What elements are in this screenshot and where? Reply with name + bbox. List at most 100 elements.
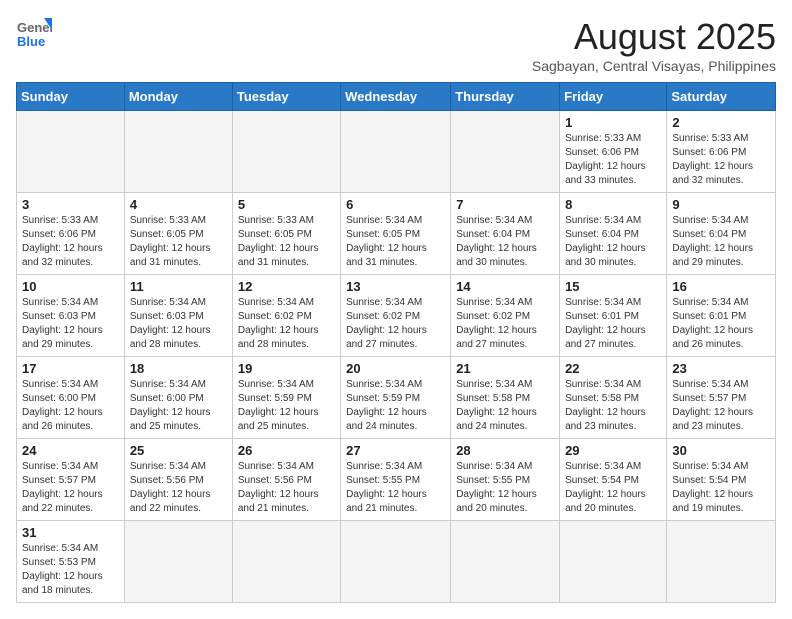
day-number: 22 xyxy=(565,361,661,376)
calendar-cell: 16 Sunrise: 5:34 AM Sunset: 6:01 PM Dayli… xyxy=(667,275,776,357)
day-number: 5 xyxy=(238,197,335,212)
calendar-cell: 22 Sunrise: 5:34 AM Sunset: 5:58 PM Dayli… xyxy=(560,357,667,439)
day-sun-info: Sunrise: 5:34 AM Sunset: 5:59 PM Dayligh… xyxy=(238,378,335,434)
calendar-cell xyxy=(232,111,340,193)
day-sun-info: Sunrise: 5:34 AM Sunset: 6:02 PM Dayligh… xyxy=(346,296,445,352)
calendar-cell: 1 Sunrise: 5:33 AM Sunset: 6:06 PM Daylig… xyxy=(560,111,667,193)
day-number: 3 xyxy=(22,197,119,212)
day-sun-info: Sunrise: 5:34 AM Sunset: 5:53 PM Dayligh… xyxy=(22,542,119,598)
day-number: 28 xyxy=(456,443,554,458)
weekday-header-sunday: Sunday xyxy=(17,83,125,111)
day-sun-info: Sunrise: 5:34 AM Sunset: 6:00 PM Dayligh… xyxy=(130,378,227,434)
day-sun-info: Sunrise: 5:33 AM Sunset: 6:05 PM Dayligh… xyxy=(238,214,335,270)
day-sun-info: Sunrise: 5:34 AM Sunset: 6:00 PM Dayligh… xyxy=(22,378,119,434)
svg-text:Blue: Blue xyxy=(17,34,45,49)
day-sun-info: Sunrise: 5:34 AM Sunset: 5:58 PM Dayligh… xyxy=(565,378,661,434)
day-number: 4 xyxy=(130,197,227,212)
calendar-cell: 19 Sunrise: 5:34 AM Sunset: 5:59 PM Dayli… xyxy=(232,357,340,439)
calendar-cell: 17 Sunrise: 5:34 AM Sunset: 6:00 PM Dayli… xyxy=(17,357,125,439)
calendar-cell xyxy=(451,111,560,193)
day-sun-info: Sunrise: 5:34 AM Sunset: 5:56 PM Dayligh… xyxy=(130,460,227,516)
calendar-cell: 29 Sunrise: 5:34 AM Sunset: 5:54 PM Dayli… xyxy=(560,439,667,521)
calendar-cell: 20 Sunrise: 5:34 AM Sunset: 5:59 PM Dayli… xyxy=(341,357,451,439)
calendar-cell: 11Sunrise: 5:34 AM Sunset: 6:03 PM Dayli… xyxy=(124,275,232,357)
svg-text:General: General xyxy=(17,20,52,35)
calendar-cell: 30Sunrise: 5:34 AM Sunset: 5:54 PM Dayli… xyxy=(667,439,776,521)
day-sun-info: Sunrise: 5:33 AM Sunset: 6:06 PM Dayligh… xyxy=(565,132,661,188)
calendar-cell: 27Sunrise: 5:34 AM Sunset: 5:55 PM Dayli… xyxy=(341,439,451,521)
day-number: 16 xyxy=(672,279,770,294)
day-number: 29 xyxy=(565,443,661,458)
calendar-cell xyxy=(451,521,560,603)
day-sun-info: Sunrise: 5:34 AM Sunset: 6:01 PM Dayligh… xyxy=(672,296,770,352)
day-sun-info: Sunrise: 5:34 AM Sunset: 5:56 PM Dayligh… xyxy=(238,460,335,516)
day-number: 19 xyxy=(238,361,335,376)
day-sun-info: Sunrise: 5:34 AM Sunset: 5:57 PM Dayligh… xyxy=(672,378,770,434)
day-number: 15 xyxy=(565,279,661,294)
day-number: 1 xyxy=(565,115,661,130)
weekday-header-saturday: Saturday xyxy=(667,83,776,111)
calendar-cell: 18 Sunrise: 5:34 AM Sunset: 6:00 PM Dayli… xyxy=(124,357,232,439)
title-area: August 2025 Sagbayan, Central Visayas, P… xyxy=(532,16,776,74)
day-number: 31 xyxy=(22,525,119,540)
calendar-table: SundayMondayTuesdayWednesdayThursdayFrid… xyxy=(16,82,776,603)
day-sun-info: Sunrise: 5:34 AM Sunset: 6:02 PM Dayligh… xyxy=(238,296,335,352)
calendar-week-row: 24Sunrise: 5:34 AM Sunset: 5:57 PM Dayli… xyxy=(17,439,776,521)
day-sun-info: Sunrise: 5:34 AM Sunset: 6:04 PM Dayligh… xyxy=(456,214,554,270)
day-number: 21 xyxy=(456,361,554,376)
calendar-cell: 9Sunrise: 5:34 AM Sunset: 6:04 PM Daylig… xyxy=(667,193,776,275)
day-sun-info: Sunrise: 5:34 AM Sunset: 6:01 PM Dayligh… xyxy=(565,296,661,352)
day-number: 20 xyxy=(346,361,445,376)
calendar-cell: 12 Sunrise: 5:34 AM Sunset: 6:02 PM Dayli… xyxy=(232,275,340,357)
calendar-cell xyxy=(341,111,451,193)
day-sun-info: Sunrise: 5:34 AM Sunset: 6:03 PM Dayligh… xyxy=(130,296,227,352)
day-number: 17 xyxy=(22,361,119,376)
calendar-week-row: 17 Sunrise: 5:34 AM Sunset: 6:00 PM Dayli… xyxy=(17,357,776,439)
calendar-cell: 6Sunrise: 5:34 AM Sunset: 6:05 PM Daylig… xyxy=(341,193,451,275)
day-number: 25 xyxy=(130,443,227,458)
calendar-cell xyxy=(124,521,232,603)
calendar-cell: 5 Sunrise: 5:33 AM Sunset: 6:05 PM Daylig… xyxy=(232,193,340,275)
calendar-cell: 2Sunrise: 5:33 AM Sunset: 6:06 PM Daylig… xyxy=(667,111,776,193)
day-number: 14 xyxy=(456,279,554,294)
calendar-cell xyxy=(232,521,340,603)
day-number: 6 xyxy=(346,197,445,212)
calendar-cell: 24Sunrise: 5:34 AM Sunset: 5:57 PM Dayli… xyxy=(17,439,125,521)
day-sun-info: Sunrise: 5:34 AM Sunset: 5:59 PM Dayligh… xyxy=(346,378,445,434)
calendar-cell: 31 Sunrise: 5:34 AM Sunset: 5:53 PM Dayli… xyxy=(17,521,125,603)
calendar-cell: 25 Sunrise: 5:34 AM Sunset: 5:56 PM Dayli… xyxy=(124,439,232,521)
day-number: 18 xyxy=(130,361,227,376)
calendar-cell xyxy=(667,521,776,603)
calendar-cell xyxy=(560,521,667,603)
weekday-header-thursday: Thursday xyxy=(451,83,560,111)
day-sun-info: Sunrise: 5:34 AM Sunset: 5:58 PM Dayligh… xyxy=(456,378,554,434)
logo-icon: General Blue xyxy=(16,16,52,52)
day-sun-info: Sunrise: 5:33 AM Sunset: 6:06 PM Dayligh… xyxy=(672,132,770,188)
weekday-header-tuesday: Tuesday xyxy=(232,83,340,111)
day-number: 8 xyxy=(565,197,661,212)
calendar-cell: 8Sunrise: 5:34 AM Sunset: 6:04 PM Daylig… xyxy=(560,193,667,275)
calendar-cell: 15 Sunrise: 5:34 AM Sunset: 6:01 PM Dayli… xyxy=(560,275,667,357)
calendar-cell: 13 Sunrise: 5:34 AM Sunset: 6:02 PM Dayli… xyxy=(341,275,451,357)
day-sun-info: Sunrise: 5:34 AM Sunset: 5:54 PM Dayligh… xyxy=(565,460,661,516)
calendar-cell: 3 Sunrise: 5:33 AM Sunset: 6:06 PM Daylig… xyxy=(17,193,125,275)
day-sun-info: Sunrise: 5:34 AM Sunset: 5:55 PM Dayligh… xyxy=(456,460,554,516)
day-sun-info: Sunrise: 5:34 AM Sunset: 5:57 PM Dayligh… xyxy=(22,460,119,516)
calendar-cell: 7 Sunrise: 5:34 AM Sunset: 6:04 PM Daylig… xyxy=(451,193,560,275)
logo: General Blue xyxy=(16,16,52,52)
day-number: 13 xyxy=(346,279,445,294)
calendar-cell xyxy=(341,521,451,603)
page-header: General Blue August 2025 Sagbayan, Centr… xyxy=(16,16,776,74)
month-year: August 2025 xyxy=(532,16,776,58)
calendar-cell: 26 Sunrise: 5:34 AM Sunset: 5:56 PM Dayli… xyxy=(232,439,340,521)
day-sun-info: Sunrise: 5:34 AM Sunset: 6:02 PM Dayligh… xyxy=(456,296,554,352)
day-number: 7 xyxy=(456,197,554,212)
day-number: 30 xyxy=(672,443,770,458)
calendar-cell xyxy=(17,111,125,193)
day-number: 12 xyxy=(238,279,335,294)
day-number: 26 xyxy=(238,443,335,458)
weekday-header-monday: Monday xyxy=(124,83,232,111)
calendar-week-row: 3 Sunrise: 5:33 AM Sunset: 6:06 PM Daylig… xyxy=(17,193,776,275)
day-sun-info: Sunrise: 5:34 AM Sunset: 6:04 PM Dayligh… xyxy=(672,214,770,270)
day-sun-info: Sunrise: 5:33 AM Sunset: 6:06 PM Dayligh… xyxy=(22,214,119,270)
